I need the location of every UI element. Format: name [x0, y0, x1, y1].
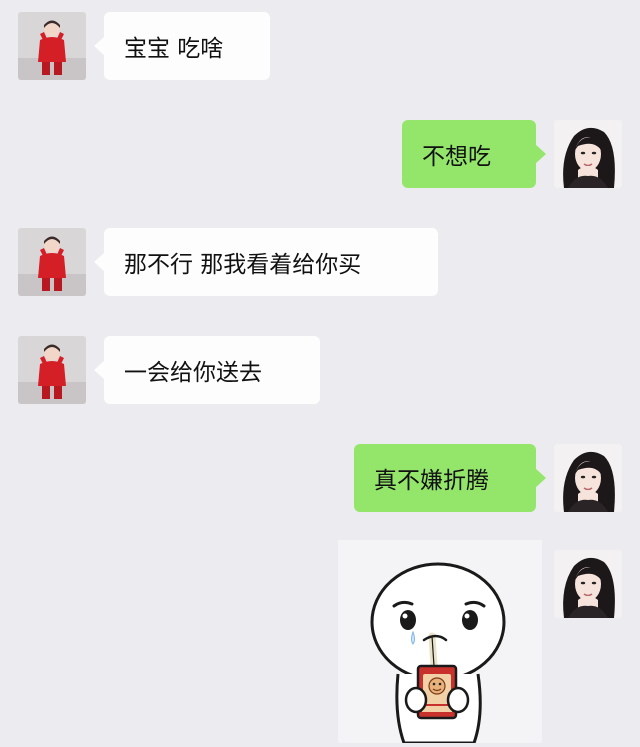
chat-conversation: 宝宝 吃啥 不想吃 那不行 那我看着给你买 一会给你送去 真不嫌折腾 [0, 0, 640, 745]
sticker-message[interactable] [338, 540, 542, 745]
crying-drink-sticker-icon [338, 540, 542, 745]
self-avatar[interactable] [554, 550, 622, 618]
woman-long-hair-avatar-icon [554, 550, 622, 618]
message-row-outgoing-sticker [0, 0, 640, 745]
